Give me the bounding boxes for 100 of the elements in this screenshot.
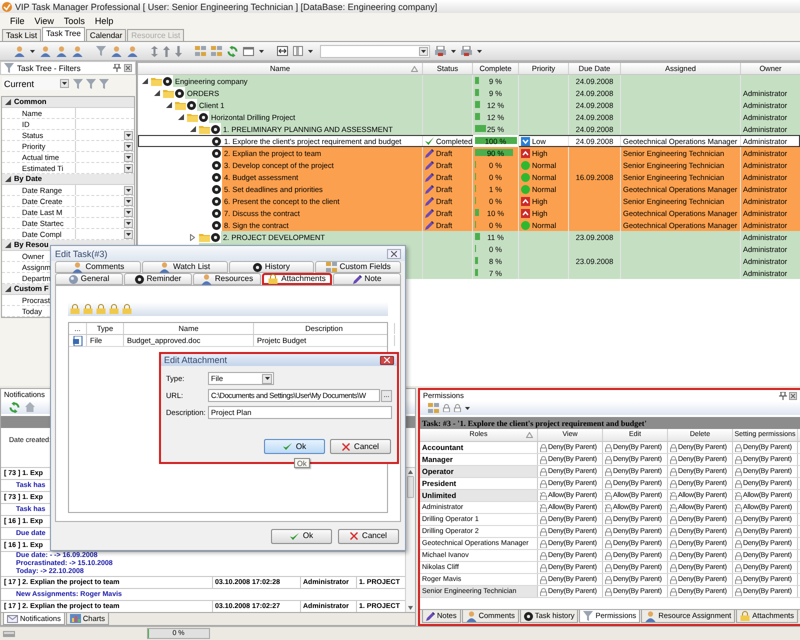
caret-icon[interactable] xyxy=(30,50,35,52)
tab[interactable]: Watch List xyxy=(142,261,228,273)
arrow-up-icon[interactable] xyxy=(163,46,170,56)
padlock-icon[interactable] xyxy=(96,304,106,314)
panel-title: Task Tree - Filters xyxy=(17,62,81,74)
padlock-icon[interactable] xyxy=(83,304,93,314)
caret-icon[interactable] xyxy=(259,50,264,52)
dropdown-button[interactable] xyxy=(124,164,133,172)
caret-icon[interactable] xyxy=(5,176,11,182)
preset-dropdown[interactable]: Current xyxy=(2,77,70,90)
padlock-icon xyxy=(454,404,461,412)
cancel-button[interactable]: Cancel xyxy=(338,528,399,544)
caret-icon[interactable] xyxy=(5,99,11,105)
caret-icon[interactable] xyxy=(154,90,160,96)
tab[interactable]: Resources xyxy=(193,273,261,285)
caret-icon[interactable] xyxy=(166,102,172,108)
padlock-icon[interactable] xyxy=(109,304,119,314)
padlock-icon[interactable] xyxy=(70,304,80,314)
tab[interactable]: Task List xyxy=(2,29,42,41)
folder-icon xyxy=(151,76,162,86)
arrow-up-icon[interactable] xyxy=(406,468,415,476)
caret-icon[interactable] xyxy=(5,286,11,292)
pin-icon[interactable] xyxy=(778,392,787,400)
dropdown-button[interactable] xyxy=(60,79,69,88)
filter-icon xyxy=(583,611,594,621)
dropdown-button[interactable] xyxy=(124,230,133,238)
envelope-icon xyxy=(7,614,18,622)
padlock-icon[interactable] xyxy=(122,304,132,314)
ok-button[interactable]: Ok xyxy=(264,439,325,454)
caret-icon[interactable] xyxy=(451,50,456,52)
double-arrow-icon[interactable] xyxy=(151,46,158,56)
arrow-down-icon[interactable] xyxy=(406,604,415,612)
pin-icon[interactable] xyxy=(113,64,121,72)
tab[interactable]: Attachments xyxy=(262,273,332,285)
ok-button[interactable]: Ok xyxy=(271,528,332,544)
caret-icon xyxy=(126,166,131,170)
person-icon xyxy=(72,262,83,272)
person-icon[interactable] xyxy=(111,46,122,56)
task-caption: Task: #3 - '1. Explore the client's project requirement and budget' xyxy=(422,418,647,428)
close-button[interactable] xyxy=(387,248,401,258)
person-icon[interactable] xyxy=(40,46,51,56)
tab[interactable]: Reminder xyxy=(124,273,192,285)
dropdown-button[interactable] xyxy=(124,142,133,150)
tab[interactable]: Custom Fields xyxy=(315,261,401,273)
dropdown-button[interactable] xyxy=(419,46,428,56)
caret-icon[interactable] xyxy=(308,50,313,52)
dialog-title: Edit Attachment xyxy=(164,354,228,366)
person-icon[interactable] xyxy=(72,46,83,56)
tab[interactable]: Calendar xyxy=(86,29,126,41)
dropdown-button[interactable] xyxy=(124,218,133,228)
person-icon xyxy=(466,610,477,622)
checkmark-logo-icon xyxy=(2,2,12,12)
menu-item[interactable]: View xyxy=(34,14,54,26)
tab[interactable]: Comments xyxy=(55,261,141,273)
dropdown-button[interactable] xyxy=(124,208,133,216)
scroll-thumb[interactable] xyxy=(407,476,414,498)
tab[interactable]: General xyxy=(55,273,123,285)
cancel-button[interactable]: Cancel xyxy=(330,439,391,454)
caret-icon[interactable] xyxy=(465,406,470,410)
dropdown-button[interactable] xyxy=(262,374,272,384)
close-button[interactable] xyxy=(380,356,394,364)
arrow-down-icon[interactable] xyxy=(175,46,182,56)
check-icon xyxy=(290,532,299,540)
dialog-title: Edit Task(#3) xyxy=(55,248,108,260)
printer-icon[interactable] xyxy=(435,46,446,56)
dropdown-button[interactable] xyxy=(124,152,133,162)
caret-icon[interactable] xyxy=(178,114,184,120)
menu-item[interactable]: File xyxy=(10,14,25,26)
scrollbar[interactable] xyxy=(405,468,415,612)
columns-icon[interactable] xyxy=(293,46,303,56)
window-icon[interactable] xyxy=(243,46,254,56)
tab[interactable]: Note xyxy=(333,273,401,285)
tab[interactable]: History xyxy=(228,261,314,273)
filter-field[interactable] xyxy=(320,44,430,58)
refresh-icon[interactable] xyxy=(9,402,20,412)
dropdown-button[interactable] xyxy=(124,186,133,194)
folder-icon xyxy=(187,112,198,122)
pencil-icon xyxy=(426,612,435,620)
person-icon[interactable] xyxy=(127,46,138,56)
refresh-icon[interactable] xyxy=(227,46,238,56)
caret-icon[interactable] xyxy=(142,78,148,84)
fit-width-icon[interactable] xyxy=(277,46,288,56)
person-icon[interactable] xyxy=(56,46,67,56)
close-icon[interactable] xyxy=(788,392,797,400)
printer-icon[interactable] xyxy=(461,46,472,56)
caret-icon[interactable] xyxy=(5,242,11,248)
folder-icon xyxy=(199,232,210,242)
dropdown-button[interactable] xyxy=(124,196,133,206)
menu-item[interactable]: Tools xyxy=(64,14,85,26)
dropdown-button[interactable] xyxy=(124,130,133,140)
caret-icon[interactable] xyxy=(190,126,196,132)
person-icon[interactable] xyxy=(14,46,25,56)
menu-item[interactable]: Help xyxy=(94,14,114,26)
person-icon xyxy=(645,610,656,622)
padlock-icon xyxy=(740,611,750,621)
close-icon[interactable] xyxy=(124,64,132,72)
chart-icon xyxy=(70,614,81,623)
tab[interactable]: Task Tree xyxy=(42,27,85,41)
folder-icon xyxy=(175,100,186,110)
caret-icon[interactable] xyxy=(477,50,482,52)
